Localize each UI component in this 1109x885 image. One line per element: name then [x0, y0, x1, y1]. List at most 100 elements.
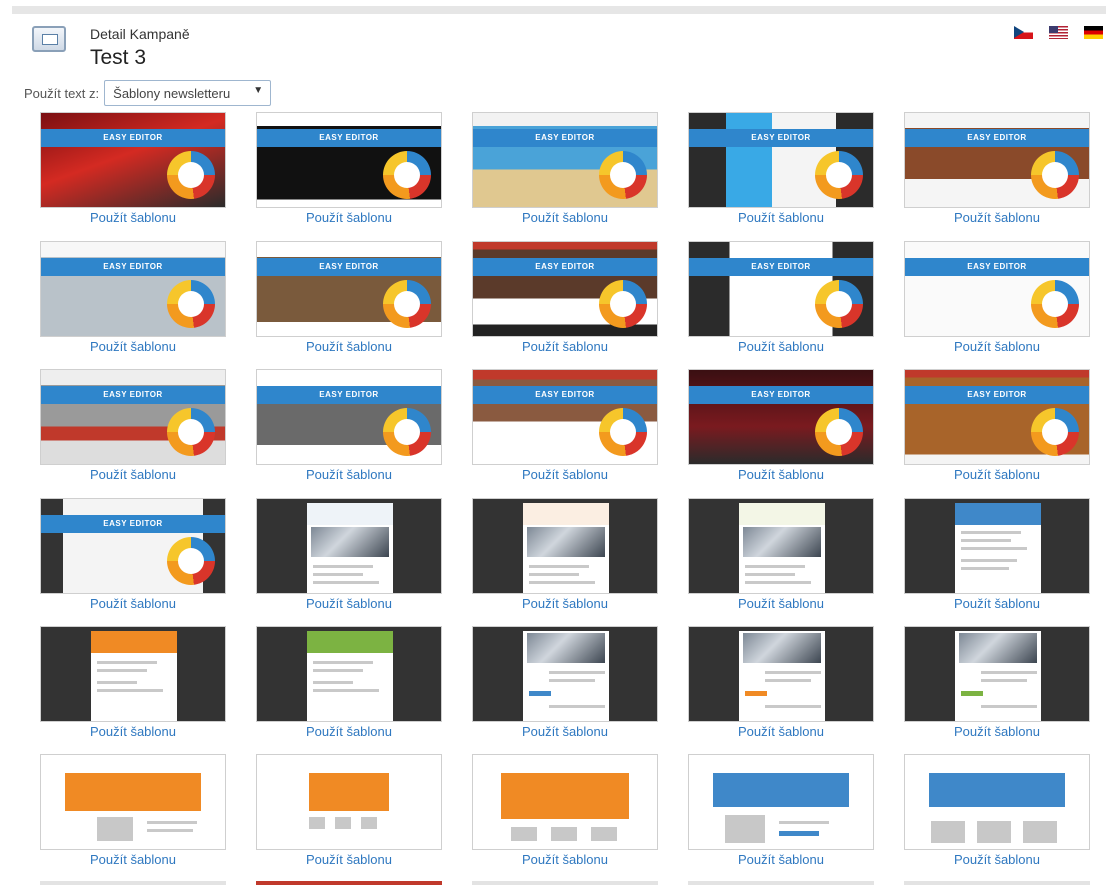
template-thumbnail[interactable]: EASY EDITOR: [472, 241, 658, 337]
use-template-link[interactable]: Použít šablonu: [40, 339, 226, 354]
czech-flag-icon[interactable]: [1014, 26, 1033, 39]
template-thumbnail[interactable]: EASY EDITOR: [40, 241, 226, 337]
template-thumbnail[interactable]: EASY EDITOR: [904, 369, 1090, 465]
template-card: Použít šablonu: [256, 626, 442, 739]
easy-editor-banner: EASY EDITOR: [41, 515, 225, 533]
template-card: EASY EDITOR Použít šablonu: [904, 369, 1090, 482]
template-thumbnail[interactable]: EASY EDITOR: [40, 369, 226, 465]
easy-editor-banner: EASY EDITOR: [473, 258, 657, 276]
use-template-link[interactable]: Použít šablonu: [40, 596, 226, 611]
template-card: EASY EDITOR Použít šablonu: [688, 241, 874, 354]
use-template-link[interactable]: Použít šablonu: [40, 467, 226, 482]
use-template-link[interactable]: Použít šablonu: [256, 210, 442, 225]
template-thumbnail[interactable]: EASY EDITOR: [688, 112, 874, 208]
template-card: Použít šablonu: [688, 498, 874, 611]
template-card: Použít šablonu: [256, 754, 442, 867]
easy-editor-banner: EASY EDITOR: [473, 386, 657, 404]
use-template-link[interactable]: Použít šablonu: [904, 339, 1090, 354]
easy-editor-banner: EASY EDITOR: [689, 129, 873, 147]
template-card: EASY EDITOR Použít šablonu: [256, 369, 442, 482]
template-thumbnail[interactable]: [472, 498, 658, 594]
template-thumbnail[interactable]: [688, 754, 874, 850]
use-template-link[interactable]: Použít šablonu: [472, 596, 658, 611]
template-thumbnail[interactable]: EASY EDITOR: [904, 241, 1090, 337]
template-card: EASY EDITOR Použít šablonu: [40, 112, 226, 225]
use-template-link[interactable]: Použít šablonu: [688, 852, 874, 867]
template-thumbnail[interactable]: EASY EDITOR: [40, 498, 226, 594]
use-template-link[interactable]: Použít šablonu: [40, 724, 226, 739]
easy-editor-logo-icon: [383, 408, 431, 456]
template-thumbnail[interactable]: EASY EDITOR: [472, 112, 658, 208]
template-thumbnail[interactable]: EASY EDITOR: [256, 241, 442, 337]
use-template-link[interactable]: Použít šablonu: [688, 339, 874, 354]
german-flag-icon[interactable]: [1084, 26, 1103, 39]
use-template-link[interactable]: Použít šablonu: [40, 852, 226, 867]
template-card: Použít šablonu: [256, 498, 442, 611]
page-subtitle: Detail Kampaně: [90, 26, 190, 42]
easy-editor-logo-icon: [815, 280, 863, 328]
template-thumbnail[interactable]: EASY EDITOR: [688, 241, 874, 337]
template-thumbnail[interactable]: EASY EDITOR: [688, 369, 874, 465]
template-thumbnail[interactable]: [688, 498, 874, 594]
use-template-link[interactable]: Použít šablonu: [40, 210, 226, 225]
template-card: Použít šablonu: [472, 498, 658, 611]
template-card: EASY EDITOR Použít šablonu: [256, 112, 442, 225]
template-thumbnail[interactable]: EASY EDITOR: [40, 112, 226, 208]
use-template-link[interactable]: Použít šablonu: [256, 724, 442, 739]
easy-editor-banner: EASY EDITOR: [689, 386, 873, 404]
template-thumbnail[interactable]: [256, 626, 442, 722]
template-thumbnail[interactable]: [472, 626, 658, 722]
template-thumbnail[interactable]: [256, 498, 442, 594]
template-thumbnail[interactable]: EASY EDITOR: [256, 369, 442, 465]
easy-editor-banner: EASY EDITOR: [41, 386, 225, 404]
template-card: Použít šablonu: [40, 754, 226, 867]
use-template-link[interactable]: Použít šablonu: [904, 724, 1090, 739]
template-card: Použít šablonu: [40, 626, 226, 739]
template-card: EASY EDITOR Použít šablonu: [904, 112, 1090, 225]
use-template-link[interactable]: Použít šablonu: [904, 210, 1090, 225]
easy-editor-logo-icon: [599, 151, 647, 199]
use-template-link[interactable]: Použít šablonu: [904, 852, 1090, 867]
use-template-link[interactable]: Použít šablonu: [256, 852, 442, 867]
page-title: Test 3: [90, 46, 147, 69]
easy-editor-banner: EASY EDITOR: [905, 129, 1089, 147]
use-template-link[interactable]: Použít šablonu: [688, 596, 874, 611]
use-template-link[interactable]: Použít šablonu: [472, 210, 658, 225]
text-source-value: Šablony newsletteru: [113, 85, 231, 101]
use-template-link[interactable]: Použít šablonu: [256, 467, 442, 482]
template-thumbnail[interactable]: [904, 626, 1090, 722]
template-thumbnail[interactable]: [40, 626, 226, 722]
template-thumbnail[interactable]: [472, 754, 658, 850]
template-card: EASY EDITOR Použít šablonu: [40, 369, 226, 482]
use-template-link[interactable]: Použít šablonu: [688, 210, 874, 225]
template-thumbnail[interactable]: EASY EDITOR: [256, 112, 442, 208]
template-card: EASY EDITOR Použít šablonu: [472, 369, 658, 482]
template-thumbnail[interactable]: [256, 754, 442, 850]
use-template-link[interactable]: Použít šablonu: [688, 467, 874, 482]
text-source-label: Použít text z:: [24, 85, 100, 101]
easy-editor-logo-icon: [167, 151, 215, 199]
template-card: EASY EDITOR Použít šablonu: [40, 498, 226, 611]
use-template-link[interactable]: Použít šablonu: [688, 724, 874, 739]
template-thumbnail[interactable]: EASY EDITOR: [904, 112, 1090, 208]
easy-editor-banner: EASY EDITOR: [905, 258, 1089, 276]
easy-editor-logo-icon: [1031, 280, 1079, 328]
use-template-link[interactable]: Použít šablonu: [472, 724, 658, 739]
use-template-link[interactable]: Použít šablonu: [904, 596, 1090, 611]
use-template-link[interactable]: Použít šablonu: [904, 467, 1090, 482]
template-thumbnail[interactable]: [688, 626, 874, 722]
template-card: EASY EDITOR Použít šablonu: [472, 241, 658, 354]
template-thumbnail[interactable]: [904, 498, 1090, 594]
text-source-select[interactable]: Šablony newsletteru ▼: [104, 80, 272, 106]
easy-editor-banner: EASY EDITOR: [257, 129, 441, 147]
easy-editor-banner: EASY EDITOR: [257, 258, 441, 276]
use-template-link[interactable]: Použít šablonu: [472, 339, 658, 354]
use-template-link[interactable]: Použít šablonu: [472, 467, 658, 482]
template-thumbnail[interactable]: EASY EDITOR: [472, 369, 658, 465]
use-template-link[interactable]: Použít šablonu: [472, 852, 658, 867]
template-thumbnail[interactable]: [904, 754, 1090, 850]
english-flag-icon[interactable]: [1049, 26, 1068, 39]
use-template-link[interactable]: Použít šablonu: [256, 596, 442, 611]
use-template-link[interactable]: Použít šablonu: [256, 339, 442, 354]
template-thumbnail[interactable]: [40, 754, 226, 850]
